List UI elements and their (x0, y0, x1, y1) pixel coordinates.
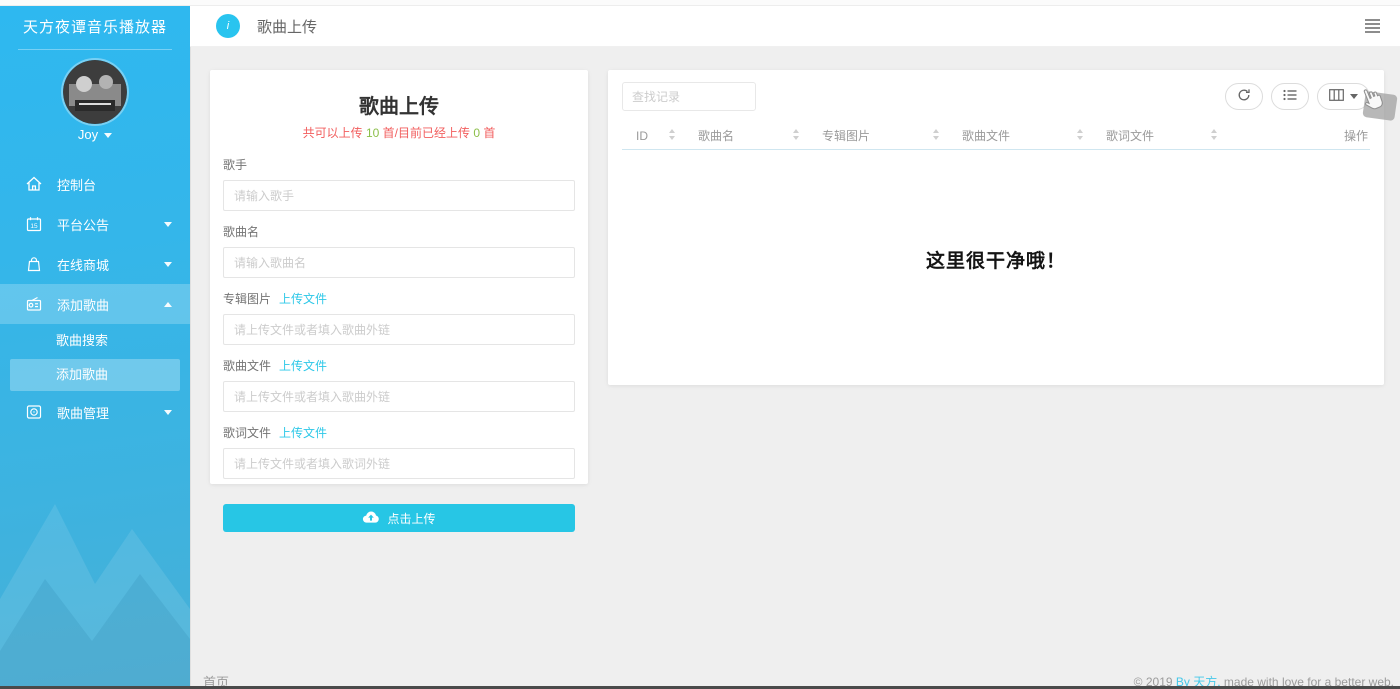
caret-down-icon (164, 262, 172, 267)
radio-icon (24, 294, 44, 314)
upload-submit-label: 点击上传 (387, 510, 435, 527)
sidebar-subitem-label: 歌曲搜索 (56, 333, 108, 348)
sidebar-item-label: 添加歌曲 (57, 295, 158, 314)
search-input[interactable] (622, 82, 756, 111)
list-icon[interactable] (1365, 17, 1380, 35)
upload-submit-button[interactable]: 点击上传 (223, 504, 575, 532)
sidebar-subitem-add-song[interactable]: 添加歌曲 (10, 359, 180, 391)
lyric-upload-file-link[interactable]: 上传文件 (279, 426, 327, 440)
refresh-button[interactable] (1225, 83, 1263, 110)
empty-state-text: 这里很干净哦！ (622, 246, 1370, 273)
columns-icon (1329, 89, 1344, 104)
album-upload-file-link[interactable]: 上传文件 (279, 292, 327, 306)
sidebar-subitem-song-search[interactable]: 歌曲搜索 (0, 324, 190, 358)
sidebar-item-add-songs[interactable]: 添加歌曲 (0, 284, 190, 324)
sidebar-subitem-label: 添加歌曲 (56, 367, 108, 382)
page: 天方夜谭音乐播放器 Joy 控制台 (0, 0, 1400, 689)
sort-icon (932, 128, 940, 144)
field-label: 歌曲文件 (223, 359, 271, 373)
field-label: 歌词文件 (223, 426, 271, 440)
sidebar-item-label: 歌曲管理 (57, 403, 158, 422)
field-label: 专辑图片 (223, 292, 271, 306)
sidebar-item-song-management[interactable]: 歌曲管理 (0, 392, 190, 432)
page-badge-icon: i (216, 14, 240, 38)
field-song-file: 歌曲文件上传文件 (223, 357, 575, 412)
column-header-operations[interactable]: 操作 (1226, 127, 1370, 144)
sidebar: 天方夜谭音乐播放器 Joy 控制台 (0, 0, 190, 689)
column-header-album-image[interactable]: 专辑图片 (808, 127, 948, 144)
username: Joy (78, 127, 98, 142)
upload-quota-notice: 共可以上传 10 首/目前已经上传 0 首 (223, 124, 575, 141)
avatar[interactable] (63, 60, 127, 124)
caret-up-icon (164, 302, 172, 307)
upload-limit: 10 (366, 126, 379, 140)
caret-down-icon (1350, 94, 1358, 99)
caret-down-icon (104, 133, 112, 138)
sort-icon (1076, 128, 1084, 144)
user-menu[interactable]: Joy (0, 127, 190, 142)
sidebar-menu: 控制台 15 平台公告 (0, 164, 190, 432)
sidebar-item-announcements[interactable]: 15 平台公告 (0, 204, 190, 244)
field-lyric-file: 歌词文件上传文件 (223, 424, 575, 479)
topbar: i 歌曲上传 (190, 6, 1400, 47)
column-header-song-name[interactable]: 歌曲名 (684, 127, 808, 144)
home-icon (24, 174, 44, 194)
sort-icon (1210, 128, 1218, 144)
caret-down-icon (164, 222, 172, 227)
toggle-view-button[interactable] (1271, 83, 1309, 110)
columns-button[interactable] (1317, 83, 1370, 110)
sort-icon (792, 128, 800, 144)
column-header-id[interactable]: ID (622, 128, 684, 144)
song-name-input[interactable] (223, 247, 575, 278)
refresh-icon (1237, 88, 1251, 105)
top-edge-strip (0, 0, 1400, 6)
field-song-name: 歌曲名 (223, 223, 575, 278)
calendar-icon: 15 (24, 214, 44, 234)
app-title: 天方夜谭音乐播放器 (0, 16, 190, 37)
toggle-list-icon (1283, 89, 1297, 104)
sidebar-item-label: 平台公告 (57, 215, 158, 234)
column-header-lyric-file[interactable]: 歌词文件 (1092, 127, 1226, 144)
sidebar-item-mall[interactable]: 在线商城 (0, 244, 190, 284)
page-title: 歌曲上传 (257, 16, 317, 37)
table-toolbar (622, 82, 1370, 111)
sort-icon (668, 128, 676, 144)
field-label: 歌手 (223, 158, 247, 172)
sidebar-item-console[interactable]: 控制台 (0, 164, 190, 204)
sidebar-item-label: 控制台 (57, 175, 172, 194)
field-singer: 歌手 (223, 156, 575, 211)
sidebar-divider (18, 49, 172, 50)
table-toolbar-buttons (1225, 83, 1370, 110)
svg-text:15: 15 (30, 223, 38, 230)
shop-icon (24, 254, 44, 274)
field-label: 歌曲名 (223, 225, 259, 239)
lyric-file-input[interactable] (223, 448, 575, 479)
album-image-input[interactable] (223, 314, 575, 345)
upload-card: 歌曲上传 共可以上传 10 首/目前已经上传 0 首 歌手 歌曲名 专辑图片上传… (210, 70, 588, 484)
song-file-input[interactable] (223, 381, 575, 412)
caret-down-icon (164, 410, 172, 415)
table-header: ID 歌曲名 专辑图片 歌曲文件 歌词文件 操作 (622, 122, 1370, 150)
mountain-decoration (0, 389, 190, 689)
upload-card-title: 歌曲上传 (223, 90, 575, 119)
disc-icon (24, 402, 44, 422)
song-upload-file-link[interactable]: 上传文件 (279, 359, 327, 373)
field-album-image: 专辑图片上传文件 (223, 290, 575, 345)
singer-input[interactable] (223, 180, 575, 211)
cloud-upload-icon (362, 510, 380, 526)
column-header-song-file[interactable]: 歌曲文件 (948, 127, 1092, 144)
sidebar-item-label: 在线商城 (57, 255, 158, 274)
songs-table-card: ID 歌曲名 专辑图片 歌曲文件 歌词文件 操作 这里很 (608, 70, 1384, 385)
